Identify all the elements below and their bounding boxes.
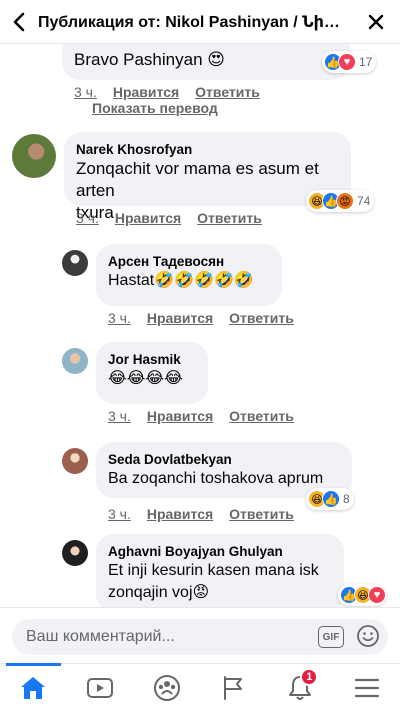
nav-notifications[interactable]: 1 [267,664,334,711]
notification-badge: 1 [300,668,319,686]
like-button[interactable]: Нравится [147,408,213,424]
avatar[interactable] [62,540,88,566]
comment-composer: Ваш комментарий... GIF [0,607,400,663]
nav-home[interactable] [0,663,67,711]
reactions-summary[interactable]: 😆 👍 😡 74 [306,190,375,212]
reactions-summary[interactable]: 😆 👍 8 [306,488,354,510]
reply-comment: Jor Hasmik 😂😂😂😂 3 ч. Нравится Ответить [0,342,400,428]
smiley-icon [357,625,379,647]
home-icon [21,676,46,699]
nav-groups[interactable] [133,664,200,711]
nav-pages[interactable] [200,664,267,711]
comment-time[interactable]: 3 ч. [74,84,97,100]
comment-actions: 3 ч. Нравится Ответить [108,506,294,522]
comment-author[interactable]: Narek Khosrofyan [76,141,339,158]
avatar[interactable] [62,448,88,474]
comment-bubble[interactable]: Bravo Pashinyan 😍 [62,44,350,80]
comment-actions: 3 ч. Нравится Ответить [74,84,260,100]
sticker-button[interactable] [356,624,380,648]
comment-actions: 3 ч. Нравится Ответить [76,210,262,226]
comment-text-line: Zonqachit vor mama es asum et arten [76,159,319,200]
reply-comment: Арсен Тадевосян Hastat🤣🤣🤣🤣🤣 3 ч. Нравитс… [0,244,400,330]
bottom-navigation: 1 [0,663,400,711]
comment-bubble[interactable]: Jor Hasmik 😂😂😂😂 [96,342,208,404]
reply-comment: Aghavni Boyajyan Ghulyan Et inji kesurin… [0,534,400,607]
comment-time[interactable]: 3 ч. [108,408,131,424]
gif-button[interactable]: GIF [318,626,344,648]
menu-icon [354,678,379,697]
reply-button[interactable]: Ответить [229,310,294,326]
top-bar: Публикация от: Nikol Pashinyan / Նիկո... [0,0,400,44]
comment-actions: 3 ч. Нравится Ответить [108,310,294,326]
close-icon [368,14,384,30]
reply-button[interactable]: Ответить [197,210,262,226]
chevron-left-icon [13,12,25,31]
flag-icon [224,675,243,700]
reaction-count: 17 [359,55,373,69]
love-reaction-icon: ♥ [338,53,356,71]
like-reaction-icon: 👍 [322,490,340,508]
video-icon [87,677,113,698]
comment-input-placeholder: Ваш комментарий... [26,628,175,645]
groups-icon [153,674,180,701]
comment-text: 😂😂😂😂 [108,370,183,387]
comment-text-line: Et inji kesurin kasen mana isk [108,562,319,579]
comment-time[interactable]: 3 ч. [76,210,99,226]
reactions-summary[interactable]: 👍 ♥ 17 [322,51,377,73]
nav-menu[interactable] [333,664,400,711]
comment-author[interactable]: Арсен Тадевосян [108,253,270,270]
comment-text: Ba zoqanchi toshakova aprum [108,470,324,487]
like-button[interactable]: Нравится [147,310,213,326]
comment-actions: 3 ч. Нравится Ответить [108,408,294,424]
comment-author[interactable]: Seda Dovlatbekyan [108,451,340,468]
comment-author[interactable]: Jor Hasmik [108,351,196,368]
reactions-summary[interactable]: 👍 😆 ♥ [338,584,386,606]
comment: Narek Khosrofyan Zonqachit vor mama es a… [0,132,400,232]
avatar[interactable] [62,348,88,374]
love-reaction-icon: ♥ [368,586,386,604]
comment-bubble[interactable]: Арсен Тадевосян Hastat🤣🤣🤣🤣🤣 [96,244,282,306]
like-button[interactable]: Нравится [147,506,213,522]
back-button[interactable] [0,0,38,44]
like-button[interactable]: Нравится [113,84,179,100]
comment-bubble[interactable]: Aghavni Boyajyan Ghulyan Et inji kesurin… [96,534,344,607]
reply-button[interactable]: Ответить [229,408,294,424]
reply-comment: Seda Dovlatbekyan Ba zoqanchi toshakova … [0,442,400,528]
reaction-count: 8 [343,492,350,506]
reply-button[interactable]: Ответить [195,84,260,100]
comments-list[interactable]: Bravo Pashinyan 😍 👍 ♥ 17 3 ч. Нравится О… [0,44,400,607]
comment-time[interactable]: 3 ч. [108,506,131,522]
like-button[interactable]: Нравится [115,210,181,226]
comment: Bravo Pashinyan 😍 👍 ♥ 17 3 ч. Нравится О… [0,44,400,122]
comment-text-line: zonqajin voj😡 [108,584,210,601]
close-button[interactable] [360,6,392,38]
comment-author[interactable]: Aghavni Boyajyan Ghulyan [108,543,332,560]
reply-button[interactable]: Ответить [229,506,294,522]
reaction-count: 74 [357,194,371,208]
avatar[interactable] [62,250,88,276]
page-title: Публикация от: Nikol Pashinyan / Նիկո... [38,13,350,31]
angry-reaction-icon: 😡 [336,192,354,210]
comment-text: Bravo Pashinyan 😍 [74,50,225,69]
nav-watch[interactable] [67,664,134,711]
show-translation-link[interactable]: Показать перевод [92,100,218,116]
avatar[interactable] [12,134,56,178]
comment-text: Hastat🤣🤣🤣🤣🤣 [108,272,254,289]
comment-time[interactable]: 3 ч. [108,310,131,326]
